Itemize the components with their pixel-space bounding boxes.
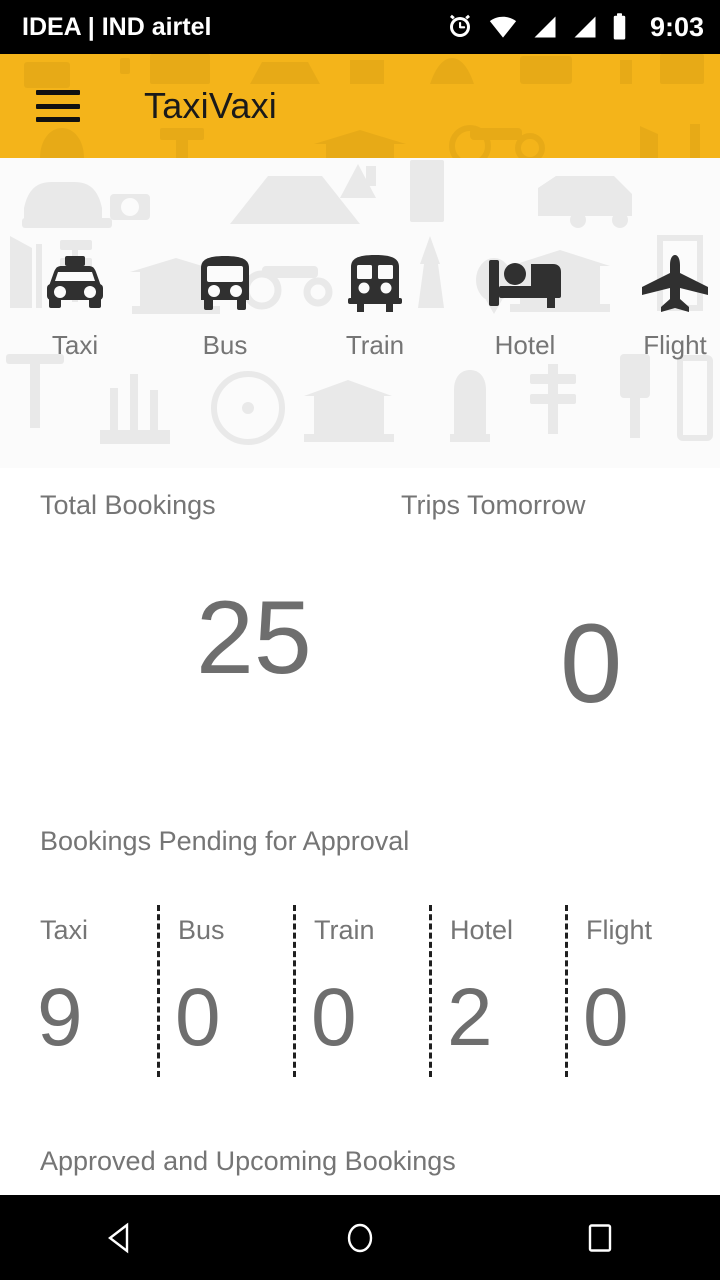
carrier-label: IDEA | IND airtel: [22, 12, 212, 41]
hamburger-bar: [36, 117, 80, 122]
mode-bus[interactable]: Bus: [150, 252, 300, 361]
pending-column-hotel[interactable]: Hotel 2: [429, 905, 565, 1077]
hero-section: Taxi Bus Train Hotel Flight: [0, 158, 720, 468]
hotel-bed-icon: [489, 252, 561, 316]
mode-label: Train: [345, 330, 405, 360]
pending-column-flight[interactable]: Flight 0: [565, 905, 701, 1077]
circle-icon: [343, 1221, 377, 1255]
triangle-left-icon: [103, 1221, 137, 1255]
transport-mode-row: Taxi Bus Train Hotel Flight: [0, 252, 720, 361]
mode-flight[interactable]: Flight: [600, 252, 720, 361]
signal-icon-1: [531, 13, 559, 41]
recents-button[interactable]: [540, 1195, 660, 1280]
pending-column-count: 0: [311, 972, 357, 1063]
wifi-icon: [487, 12, 519, 42]
mode-label: Flight: [643, 330, 707, 360]
mode-hotel[interactable]: Hotel: [450, 252, 600, 361]
battery-icon: [611, 12, 628, 42]
airplane-icon: [640, 252, 710, 316]
upcoming-section-title: Approved and Upcoming Bookings: [40, 1146, 456, 1176]
home-button[interactable]: [300, 1195, 420, 1280]
pending-section-title: Bookings Pending for Approval: [40, 826, 410, 856]
mode-label: Taxi: [51, 330, 99, 360]
pending-column-count: 2: [447, 972, 493, 1063]
signal-icon-2: [571, 13, 599, 41]
pending-column-taxi[interactable]: Taxi 9: [0, 905, 157, 1077]
status-icon-group: 9:03: [445, 12, 704, 43]
bus-icon: [195, 252, 255, 316]
app-title: TaxiVaxi: [144, 85, 277, 126]
mode-train[interactable]: Train: [300, 252, 450, 361]
stat-value: 25: [196, 580, 312, 696]
column-divider: [293, 905, 296, 1077]
mode-taxi[interactable]: Taxi: [0, 252, 150, 361]
android-nav-bar: [0, 1195, 720, 1280]
clock-label: 9:03: [649, 11, 704, 42]
taxi-icon: [41, 252, 109, 316]
stat-label: Trips Tomorrow: [401, 490, 586, 520]
pending-column-count: 9: [37, 972, 83, 1063]
pending-column-bus[interactable]: Bus 0: [157, 905, 293, 1077]
mode-label: Hotel: [494, 330, 556, 360]
hamburger-menu-icon[interactable]: [36, 90, 80, 122]
hamburger-bar: [36, 90, 80, 95]
pending-column-label: Bus: [178, 915, 225, 945]
pending-column-train[interactable]: Train 0: [293, 905, 429, 1077]
hamburger-bar: [36, 103, 80, 109]
summary-stats-row: Total Bookings 25 Trips Tomorrow 0: [0, 490, 720, 790]
pending-column-label: Train: [314, 915, 375, 945]
pending-column-label: Hotel: [450, 915, 514, 945]
pending-column-count: 0: [175, 972, 221, 1063]
alarm-icon: [445, 12, 475, 42]
pending-column-label: Flight: [586, 915, 653, 945]
pending-approval-grid: Taxi 9 Bus 0 Train 0 Hotel 2 Flight 0: [0, 905, 720, 1077]
mode-label: Bus: [202, 330, 248, 360]
pending-column-count: 0: [583, 972, 629, 1063]
back-button[interactable]: [60, 1195, 180, 1280]
column-divider: [565, 905, 568, 1077]
stat-total-bookings[interactable]: Total Bookings 25: [0, 490, 360, 790]
train-icon: [346, 252, 404, 316]
stat-value: 0: [560, 601, 623, 726]
stat-trips-tomorrow[interactable]: Trips Tomorrow 0: [360, 490, 720, 790]
square-icon: [583, 1221, 617, 1255]
app-bar: TaxiVaxi: [0, 54, 720, 158]
pending-column-label: Taxi: [40, 915, 89, 945]
column-divider: [157, 905, 160, 1077]
status-bar: IDEA | IND airtel 9:03: [0, 0, 720, 54]
stat-label: Total Bookings: [40, 490, 216, 520]
column-divider: [429, 905, 432, 1077]
